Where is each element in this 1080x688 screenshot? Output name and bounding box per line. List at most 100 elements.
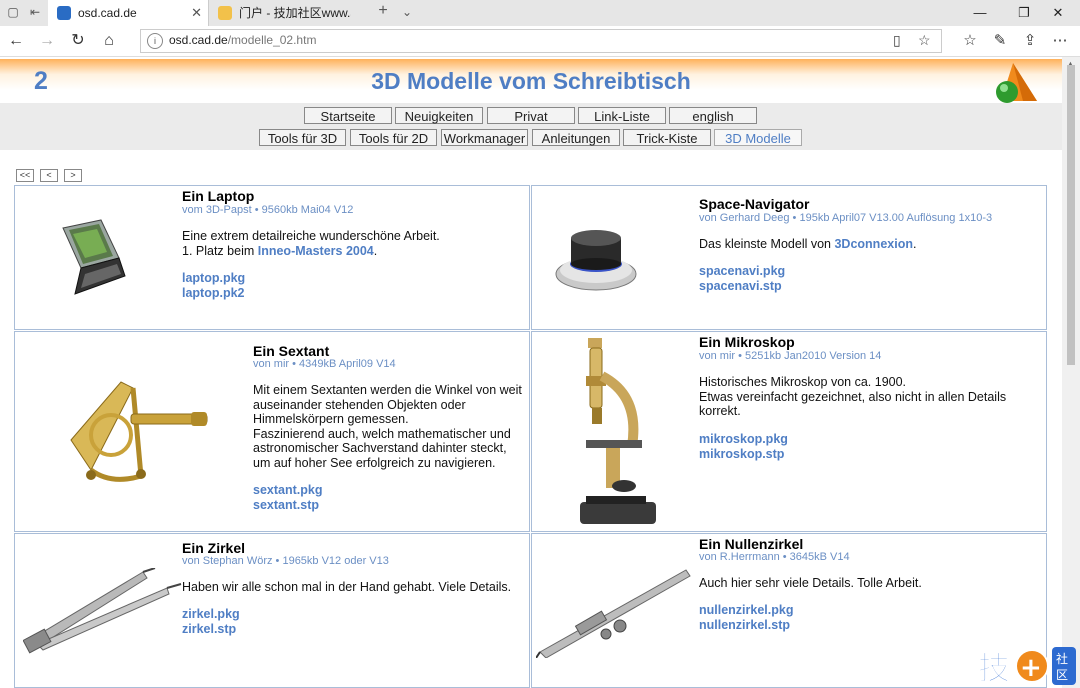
- model-description: Das kleinste Modell von 3Dconnexion.: [699, 237, 1039, 252]
- minimize-icon[interactable]: —: [958, 0, 1002, 26]
- model-card-sextant: Ein Sextant von mir • 4349kB April09 V14…: [14, 331, 530, 532]
- download-laptop-pk2-link[interactable]: laptop.pk2: [182, 286, 245, 300]
- model-description: Mit einem Sextanten werden die Winkel vo…: [253, 383, 529, 470]
- page-header: 2 3D Modelle vom Schreibtisch: [0, 59, 1062, 103]
- set-aside-tabs-icon[interactable]: ⇤: [28, 5, 42, 19]
- description-line: auseinander stehenden Objekten oder: [253, 397, 466, 412]
- download-laptop-pkg-link[interactable]: laptop.pkg: [182, 271, 245, 285]
- tab-osd[interactable]: osd.cad.de ✕: [48, 0, 208, 26]
- home-icon[interactable]: ⌂: [99, 31, 119, 51]
- nav-link-liste[interactable]: Link-Liste: [578, 107, 666, 124]
- nav-anleitungen[interactable]: Anleitungen: [532, 129, 620, 146]
- drop-compass-model-image: [536, 569, 691, 658]
- pager-next[interactable]: >: [64, 169, 82, 182]
- main-navigation: Startseite Neuigkeiten Privat Link-Liste…: [0, 103, 1062, 150]
- nav-trick-kiste[interactable]: Trick-Kiste: [623, 129, 711, 146]
- site-logo-icon: [996, 63, 1037, 103]
- download-spacenavi-stp-link[interactable]: spacenavi.stp: [699, 279, 782, 293]
- model-title: Ein Mikroskop: [699, 334, 795, 350]
- nav-3d-modelle[interactable]: 3D Modelle: [714, 129, 802, 146]
- close-window-icon[interactable]: ✕: [1036, 0, 1080, 26]
- description-text: .: [912, 237, 917, 251]
- model-description: Auch hier sehr viele Details. Tolle Arbe…: [699, 576, 1039, 591]
- back-icon[interactable]: ←: [6, 31, 26, 51]
- share-icon[interactable]: ⇪: [1020, 31, 1040, 51]
- download-sextant-stp-link[interactable]: sextant.stp: [253, 498, 319, 512]
- compass-model-image: [23, 568, 182, 654]
- site-favicon-icon: [218, 6, 232, 20]
- nav-tools-2d[interactable]: Tools für 2D: [350, 129, 437, 146]
- download-sextant-pkg-link[interactable]: sextant.pkg: [253, 483, 322, 497]
- nav-neuigkeiten[interactable]: Neuigkeiten: [395, 107, 483, 124]
- description-line: Eine extrem detailreiche wunderschöne Ar…: [182, 229, 440, 243]
- refresh-icon[interactable]: ↻: [68, 31, 88, 51]
- download-mikroskop-stp-link[interactable]: mikroskop.stp: [699, 447, 784, 461]
- description-line: Etwas vereinfacht gezeichnet, also nicht…: [699, 389, 1007, 404]
- svg-text:社: 社: [1056, 651, 1068, 666]
- inneo-masters-link[interactable]: Inneo-Masters 2004: [258, 244, 374, 258]
- new-tab-icon[interactable]: +: [376, 3, 390, 19]
- tab-preview-icon[interactable]: ▢: [6, 5, 20, 19]
- download-mikroskop-pkg-link[interactable]: mikroskop.pkg: [699, 432, 788, 446]
- url-text: osd.cad.de/modelle_02.htm: [169, 33, 316, 47]
- svg-text:+: +: [1020, 653, 1042, 683]
- download-zirkel-pkg-link[interactable]: zirkel.pkg: [182, 607, 240, 621]
- pager-prev[interactable]: <: [40, 169, 58, 182]
- chevron-down-icon[interactable]: ⌄: [400, 5, 414, 19]
- page-title: 3D Modelle vom Schreibtisch: [371, 68, 691, 94]
- laptop-model-image: [62, 219, 126, 295]
- url-host: osd.cad.de: [169, 33, 228, 47]
- web-note-icon[interactable]: ✎: [990, 31, 1010, 51]
- url-input[interactable]: i osd.cad.de/modelle_02.htm ▯ ☆: [140, 29, 942, 53]
- tab-title: osd.cad.de: [78, 6, 137, 20]
- description-line: 1. Platz beim Inneo-Masters 2004.: [182, 244, 522, 259]
- description-text: .: [373, 243, 378, 258]
- url-path: /modelle_02.htm: [227, 33, 317, 47]
- nav-english[interactable]: english: [669, 107, 757, 124]
- model-title: Ein Sextant: [253, 343, 330, 359]
- model-description: Historisches Mikroskop von ca. 1900. Etw…: [699, 375, 1039, 419]
- description-line: Faszinierend auch, welch mathematischer …: [253, 426, 511, 441]
- model-title: Ein Zirkel: [182, 540, 246, 556]
- nav-workmanager[interactable]: Workmanager: [441, 129, 528, 146]
- model-meta: von Gerhard Deeg • 195kb April07 V13.00 …: [699, 212, 993, 224]
- more-menu-icon[interactable]: ⋯: [1050, 31, 1070, 51]
- site-info-icon[interactable]: i: [147, 33, 163, 49]
- favorites-hub-icon[interactable]: ☆: [960, 31, 980, 51]
- model-meta: von mir • 5251kb Jan2010 Version 14: [699, 350, 882, 362]
- favorite-star-icon[interactable]: ☆: [918, 32, 931, 49]
- model-description: Haben wir alle schon mal in der Hand geh…: [182, 580, 527, 595]
- model-title: Ein Nullenzirkel: [699, 536, 804, 552]
- tab-addski[interactable]: 门户 - 技加社区www.addski: [208, 0, 369, 26]
- download-nullenzirkel-stp-link[interactable]: nullenzirkel.stp: [699, 618, 790, 632]
- svg-text:区: 区: [1056, 668, 1068, 682]
- model-title: Ein Laptop: [182, 188, 255, 204]
- description-line: astronomischer Sachverstand dahinter ste…: [253, 441, 507, 455]
- model-description: Eine extrem detailreiche wunderschöne Ar…: [182, 229, 522, 258]
- 3dconnexion-link[interactable]: 3Dconnexion: [834, 237, 913, 251]
- description-text: 1. Platz beim: [182, 243, 258, 258]
- scrollbar-thumb[interactable]: [1067, 65, 1075, 365]
- site-favicon-icon: [57, 6, 71, 20]
- download-spacenavi-pkg-link[interactable]: spacenavi.pkg: [699, 264, 785, 278]
- pager-first[interactable]: <<: [16, 169, 34, 182]
- nav-startseite[interactable]: Startseite: [304, 107, 392, 124]
- close-tab-icon[interactable]: ✕: [191, 0, 202, 26]
- model-card-nullenzirkel: Ein Nullenzirkel von R.Herrmann • 3645kB…: [531, 533, 1047, 688]
- watermark-logo: 技 + 社 区: [978, 647, 1076, 687]
- model-meta: von mir • 4349kB April09 V14: [253, 358, 396, 370]
- description-line: Haben wir alle schon mal in der Hand geh…: [182, 580, 512, 594]
- model-card-mikroskop: Ein Mikroskop von mir • 5251kb Jan2010 V…: [531, 331, 1047, 532]
- forward-icon[interactable]: →: [37, 31, 57, 51]
- nav-privat[interactable]: Privat: [487, 107, 575, 124]
- vertical-scrollbar[interactable]: ▲: [1062, 57, 1080, 688]
- address-bar-row: ← → ↻ ⌂ i osd.cad.de/modelle_02.htm ▯ ☆ …: [0, 26, 1080, 57]
- nav-tools-3d[interactable]: Tools für 3D: [259, 129, 346, 146]
- model-meta: vom 3D-Papst • 9560kb Mai04 V12: [182, 204, 354, 216]
- description-line: korrekt.: [699, 404, 741, 418]
- download-nullenzirkel-pkg-link[interactable]: nullenzirkel.pkg: [699, 603, 793, 617]
- model-title: Space-Navigator: [699, 196, 810, 212]
- sextant-model-image: [70, 381, 208, 482]
- download-zirkel-stp-link[interactable]: zirkel.stp: [182, 622, 236, 636]
- reading-view-icon[interactable]: ▯: [893, 32, 901, 49]
